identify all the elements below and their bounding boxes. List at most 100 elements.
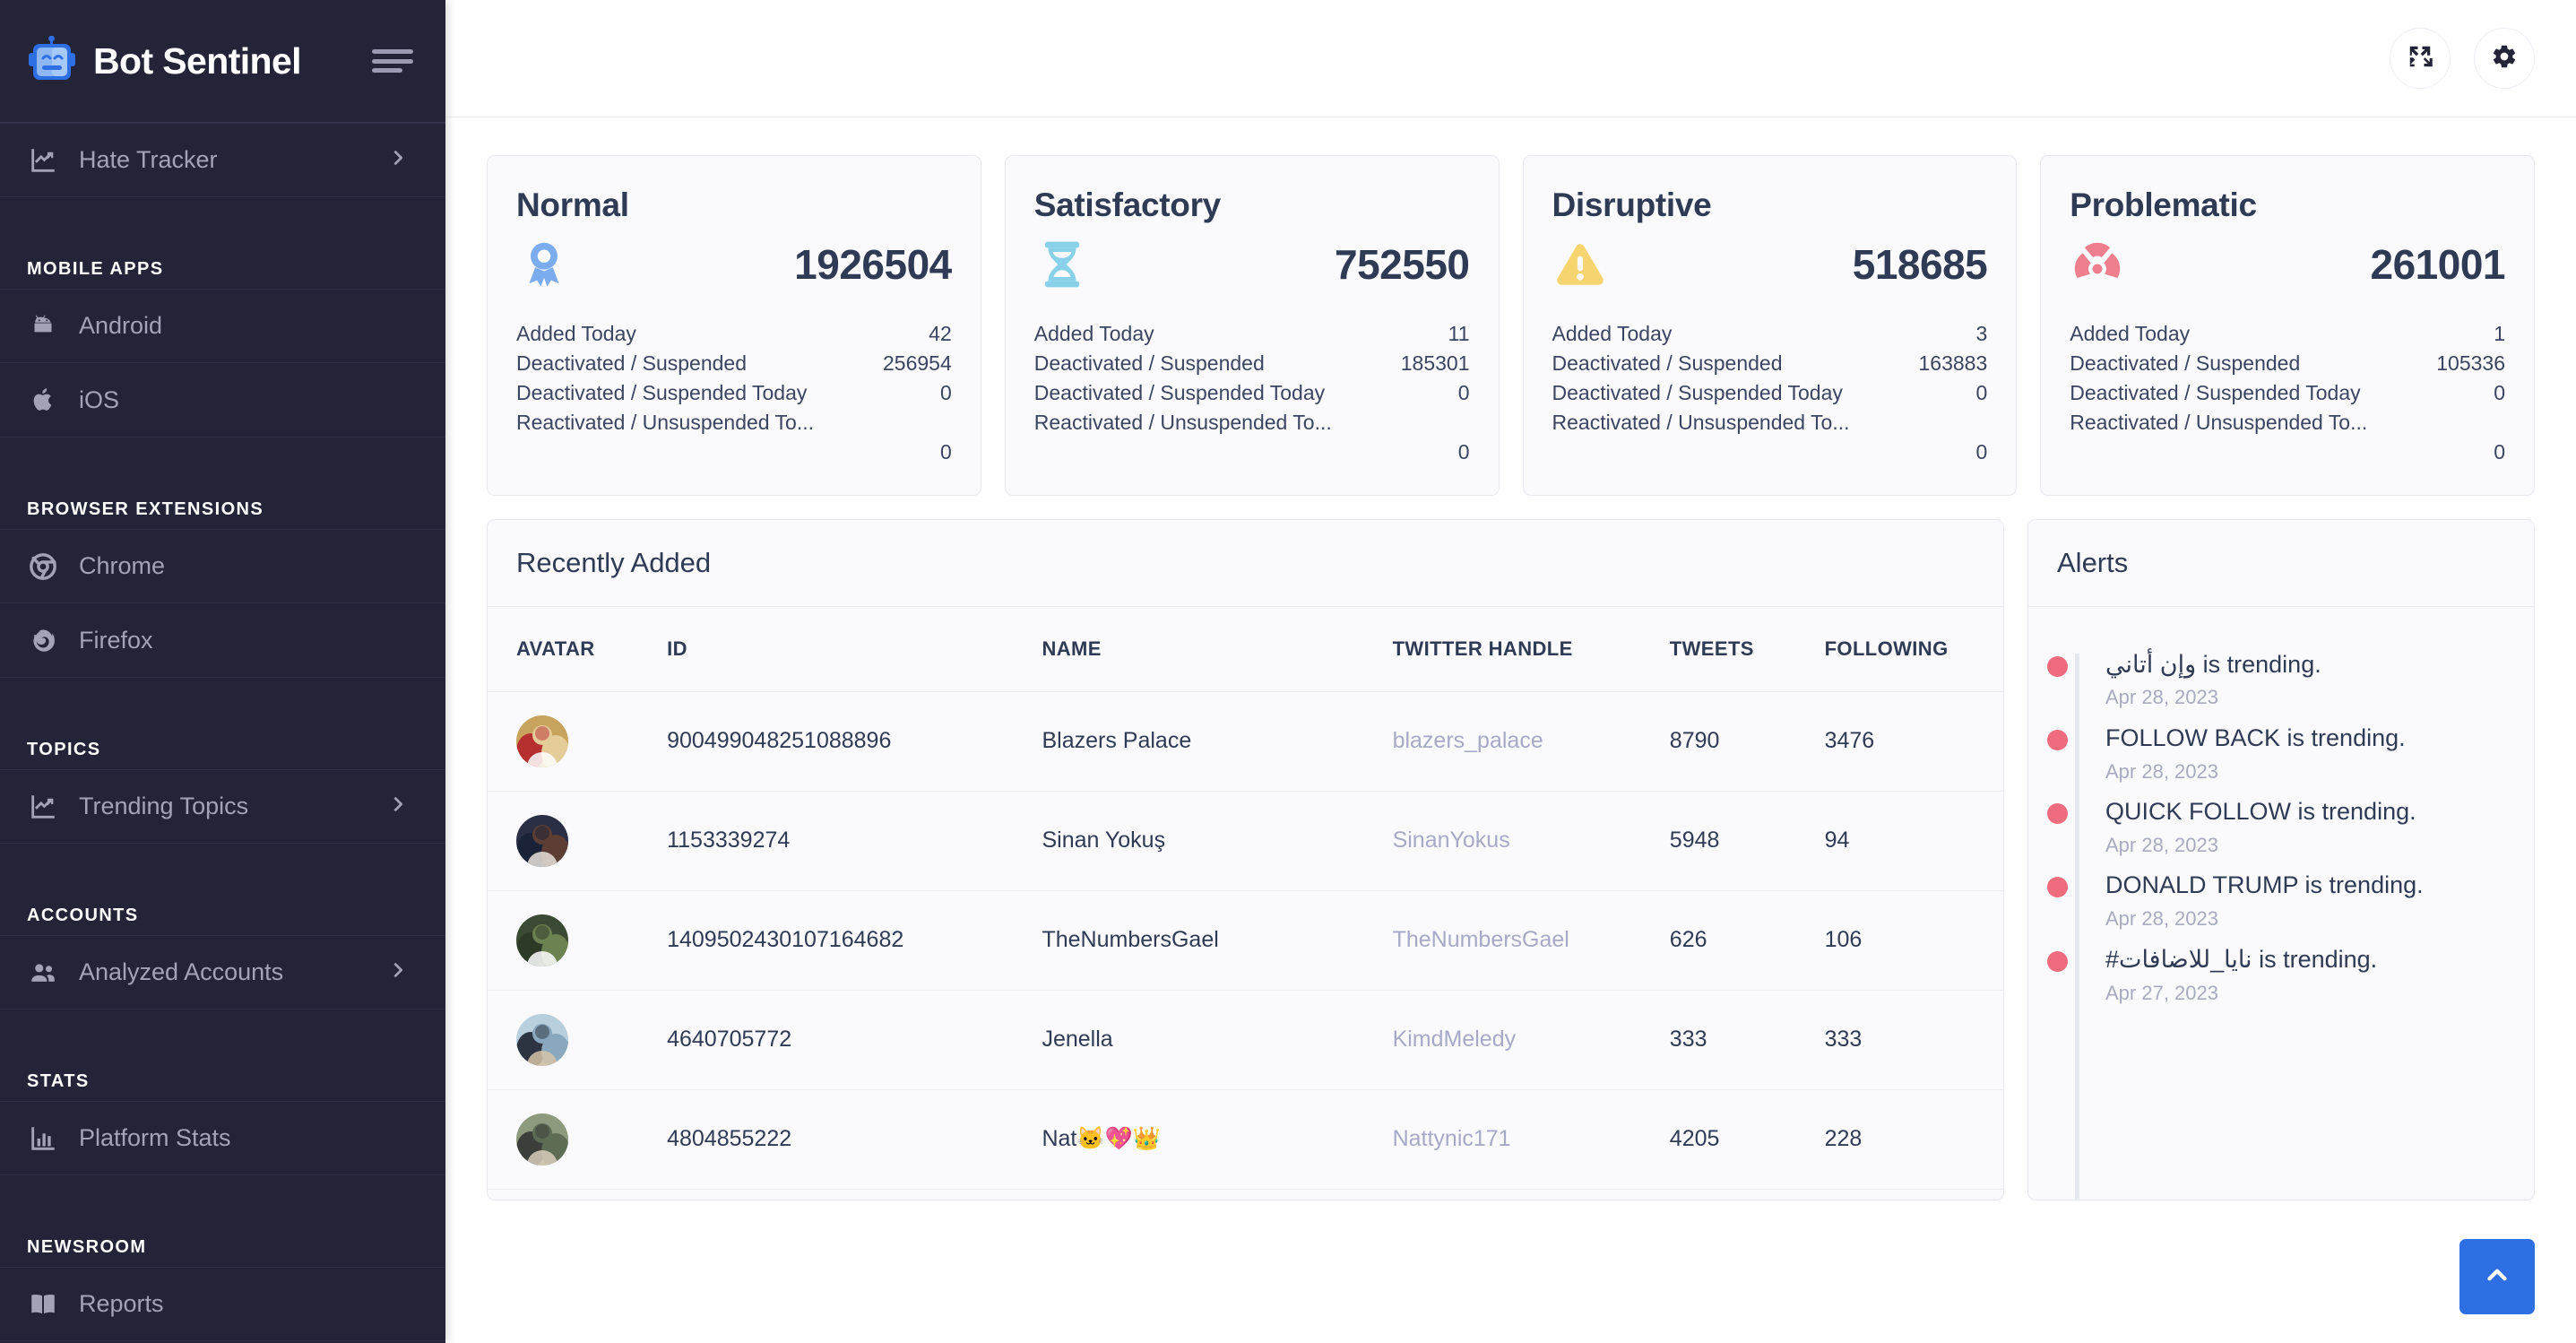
stat-detail-deactivated-suspended: Deactivated / Suspended 185301 — [1034, 349, 1470, 378]
stat-detail-label: Deactivated / Suspended — [516, 351, 748, 376]
sidebar-item-reports[interactable]: Reports — [0, 1267, 445, 1341]
stat-card-satisfactory: Satisfactory 752550 Added Today 11 Deact… — [1004, 155, 1500, 496]
stat-detail-value: 0 — [2494, 440, 2505, 464]
settings-button[interactable] — [2474, 28, 2535, 89]
app-root: Bot Sentinel Hate Tracker MOBILE APPS An… — [0, 0, 2576, 1343]
alert-item[interactable]: DONALD TRUMP is trending. Apr 28, 2023 — [2047, 869, 2503, 931]
stat-detail-reactivated-unsuspended-today: Reactivated / Unsuspended To... 0 — [1552, 408, 1988, 467]
cell-following: 228 — [1824, 1089, 2003, 1190]
cell-twitter-handle[interactable]: SinanYokus — [1392, 791, 1670, 891]
table-row[interactable]: 4804855222 Nat🐱💖👑 Nattynic171 4205 228 1… — [488, 1089, 2003, 1190]
hourglass-icon — [1034, 237, 1090, 292]
cell-twitter-handle[interactable]: KimdMeledy — [1392, 990, 1670, 1090]
column-header-name[interactable]: NAME — [1042, 606, 1393, 692]
alert-dot-icon — [2047, 950, 2068, 972]
sidebar-item-firefox[interactable]: Firefox — [0, 603, 445, 678]
cell-name: Nat🐱💖👑 — [1042, 1089, 1393, 1190]
recently-added-table: AVATAR ID NAME TWITTER HANDLE TWEETS FOLLOWIN… — [488, 606, 2003, 1190]
stat-detail-value: 0 — [1975, 381, 1988, 405]
sidebar-item-trending-topics[interactable]: Trending Topics — [0, 769, 445, 844]
cell-name: Jenella — [1042, 990, 1393, 1090]
alert-date: Apr 28, 2023 — [2105, 833, 2218, 856]
cell-twitter-handle[interactable]: Nattynic171 — [1392, 1089, 1670, 1190]
column-header-tweets[interactable]: TWEETS — [1669, 606, 1825, 692]
cell-following: 3476 — [1824, 691, 2003, 792]
sidebar-nav: Hate Tracker MOBILE APPS Android iOS BRO… — [0, 123, 445, 1341]
avatar — [516, 1013, 568, 1066]
sidebar-item-chrome[interactable]: Chrome — [0, 529, 445, 603]
cell-following: 106 — [1824, 890, 2003, 991]
avatar — [516, 814, 568, 867]
alert-item[interactable]: QUICK FOLLOW is trending. Apr 28, 2023 — [2047, 795, 2503, 858]
sidebar-item-platform-stats[interactable]: Platform Stats — [0, 1101, 445, 1175]
stat-detail-label: Deactivated / Suspended Today — [2070, 381, 2361, 405]
column-header-id[interactable]: ID — [667, 606, 1042, 692]
sidebar-section-mobile-apps: MOBILE APPS — [27, 259, 164, 279]
scroll-to-top-button[interactable] — [2459, 1239, 2535, 1314]
cell-avatar — [488, 791, 668, 891]
avatar — [516, 715, 568, 767]
alert-date: Apr 28, 2023 — [2105, 907, 2218, 931]
chrome-icon — [27, 551, 59, 582]
cell-avatar — [488, 691, 668, 792]
cell-twitter-handle[interactable]: TheNumbersGael — [1392, 890, 1670, 991]
stat-detail-value: 0 — [1457, 381, 1470, 405]
stat-detail-label: Deactivated / Suspended — [1552, 351, 1783, 376]
firefox-icon — [27, 625, 59, 655]
alert-item[interactable]: FOLLOW BACK is trending. Apr 28, 2023 — [2047, 722, 2503, 784]
alert-dot-icon — [2047, 803, 2068, 825]
cell-id: 1409502430107164682 — [667, 890, 1042, 991]
stat-detail-label: Added Today — [1033, 322, 1154, 345]
warning-triangle-icon — [1552, 237, 1608, 292]
cell-tweets: 5948 — [1669, 791, 1825, 891]
chart-line-icon — [27, 145, 59, 176]
column-header-twitter-handle[interactable]: TWITTER HANDLE — [1392, 606, 1670, 692]
column-header-avatar[interactable]: AVATAR — [488, 606, 668, 692]
stat-detail-deactivated-suspended-today: Deactivated / Suspended Today 0 — [516, 378, 952, 408]
stat-card-title: Disruptive — [1552, 186, 1712, 223]
alerts-panel: Alerts وإن أتاني is trending. Apr 28, 20… — [2027, 518, 2535, 1200]
sidebar-item-label: Trending Topics — [79, 793, 249, 819]
menu-toggle-icon[interactable] — [372, 46, 413, 76]
stat-card-disruptive: Disruptive 518685 Added Today 3 Deactiva… — [1522, 155, 2018, 496]
stat-card-normal: Normal 1926504 Added Today 42 Deactivate… — [487, 155, 981, 496]
table-body: 900499048251088896 Blazers Palace blazer… — [488, 691, 2003, 1190]
sidebar-item-ios[interactable]: iOS — [0, 363, 445, 438]
award-ribbon-icon — [516, 237, 572, 292]
sidebar-item-android[interactable]: Android — [0, 289, 445, 363]
table-row[interactable]: 900499048251088896 Blazers Palace blazer… — [488, 691, 2003, 792]
book-icon — [27, 1289, 59, 1320]
table-row[interactable]: 4640705772 Jenella KimdMeledy 333 333 35… — [488, 990, 2003, 1090]
stat-cards-row: Normal 1926504 Added Today 42 Deactivate… — [487, 155, 2535, 496]
alert-dot-icon — [2047, 729, 2068, 750]
column-header-following[interactable]: FOLLOWING — [1824, 606, 2003, 692]
sidebar-item-analyzed-accounts[interactable]: Analyzed Accounts — [0, 935, 445, 1009]
fullscreen-button[interactable] — [2390, 28, 2451, 89]
stat-card-value: 261001 — [2370, 241, 2506, 288]
alert-item[interactable]: #نايا_للاضافات is trending. Apr 27, 2023 — [2047, 943, 2503, 1006]
recently-added-title: Recently Added — [488, 520, 2003, 607]
stat-card-title: Problematic — [2070, 186, 2257, 223]
stat-detail-value: 256954 — [883, 351, 952, 376]
recently-added-panel: Recently Added AVATAR ID NAME TWITTER HANDL… — [487, 518, 2004, 1200]
stat-detail-label: Reactivated / Unsuspended To... — [2070, 411, 2368, 435]
sidebar-item-hate-tracker[interactable]: Hate Tracker — [0, 123, 445, 197]
stat-card-title: Normal — [516, 186, 629, 223]
cell-name: Sinan Yokuş — [1042, 791, 1393, 891]
cell-id: 900499048251088896 — [667, 691, 1042, 792]
sidebar-section-accounts: ACCOUNTS — [27, 905, 139, 925]
stat-detail-value: 1 — [2494, 322, 2505, 345]
stat-detail-added-today: Added Today 1 — [2070, 319, 2505, 349]
cell-twitter-handle[interactable]: blazers_palace — [1392, 691, 1670, 792]
table-row[interactable]: 1153339274 Sinan Yokuş SinanYokus 5948 9… — [488, 791, 2003, 891]
sidebar-item-label: Chrome — [79, 552, 166, 579]
alert-item[interactable]: وإن أتاني is trending. Apr 28, 2023 — [2047, 648, 2503, 711]
table-row[interactable]: 1409502430107164682 TheNumbersGael TheNu… — [488, 890, 2003, 991]
expand-arrows-icon — [2407, 43, 2433, 74]
stat-detail-label: Deactivated / Suspended Today — [1033, 381, 1326, 405]
stat-card-summary: 1926504 — [516, 237, 952, 292]
main-area: Normal 1926504 Added Today 42 Deactivate… — [445, 0, 2576, 1343]
